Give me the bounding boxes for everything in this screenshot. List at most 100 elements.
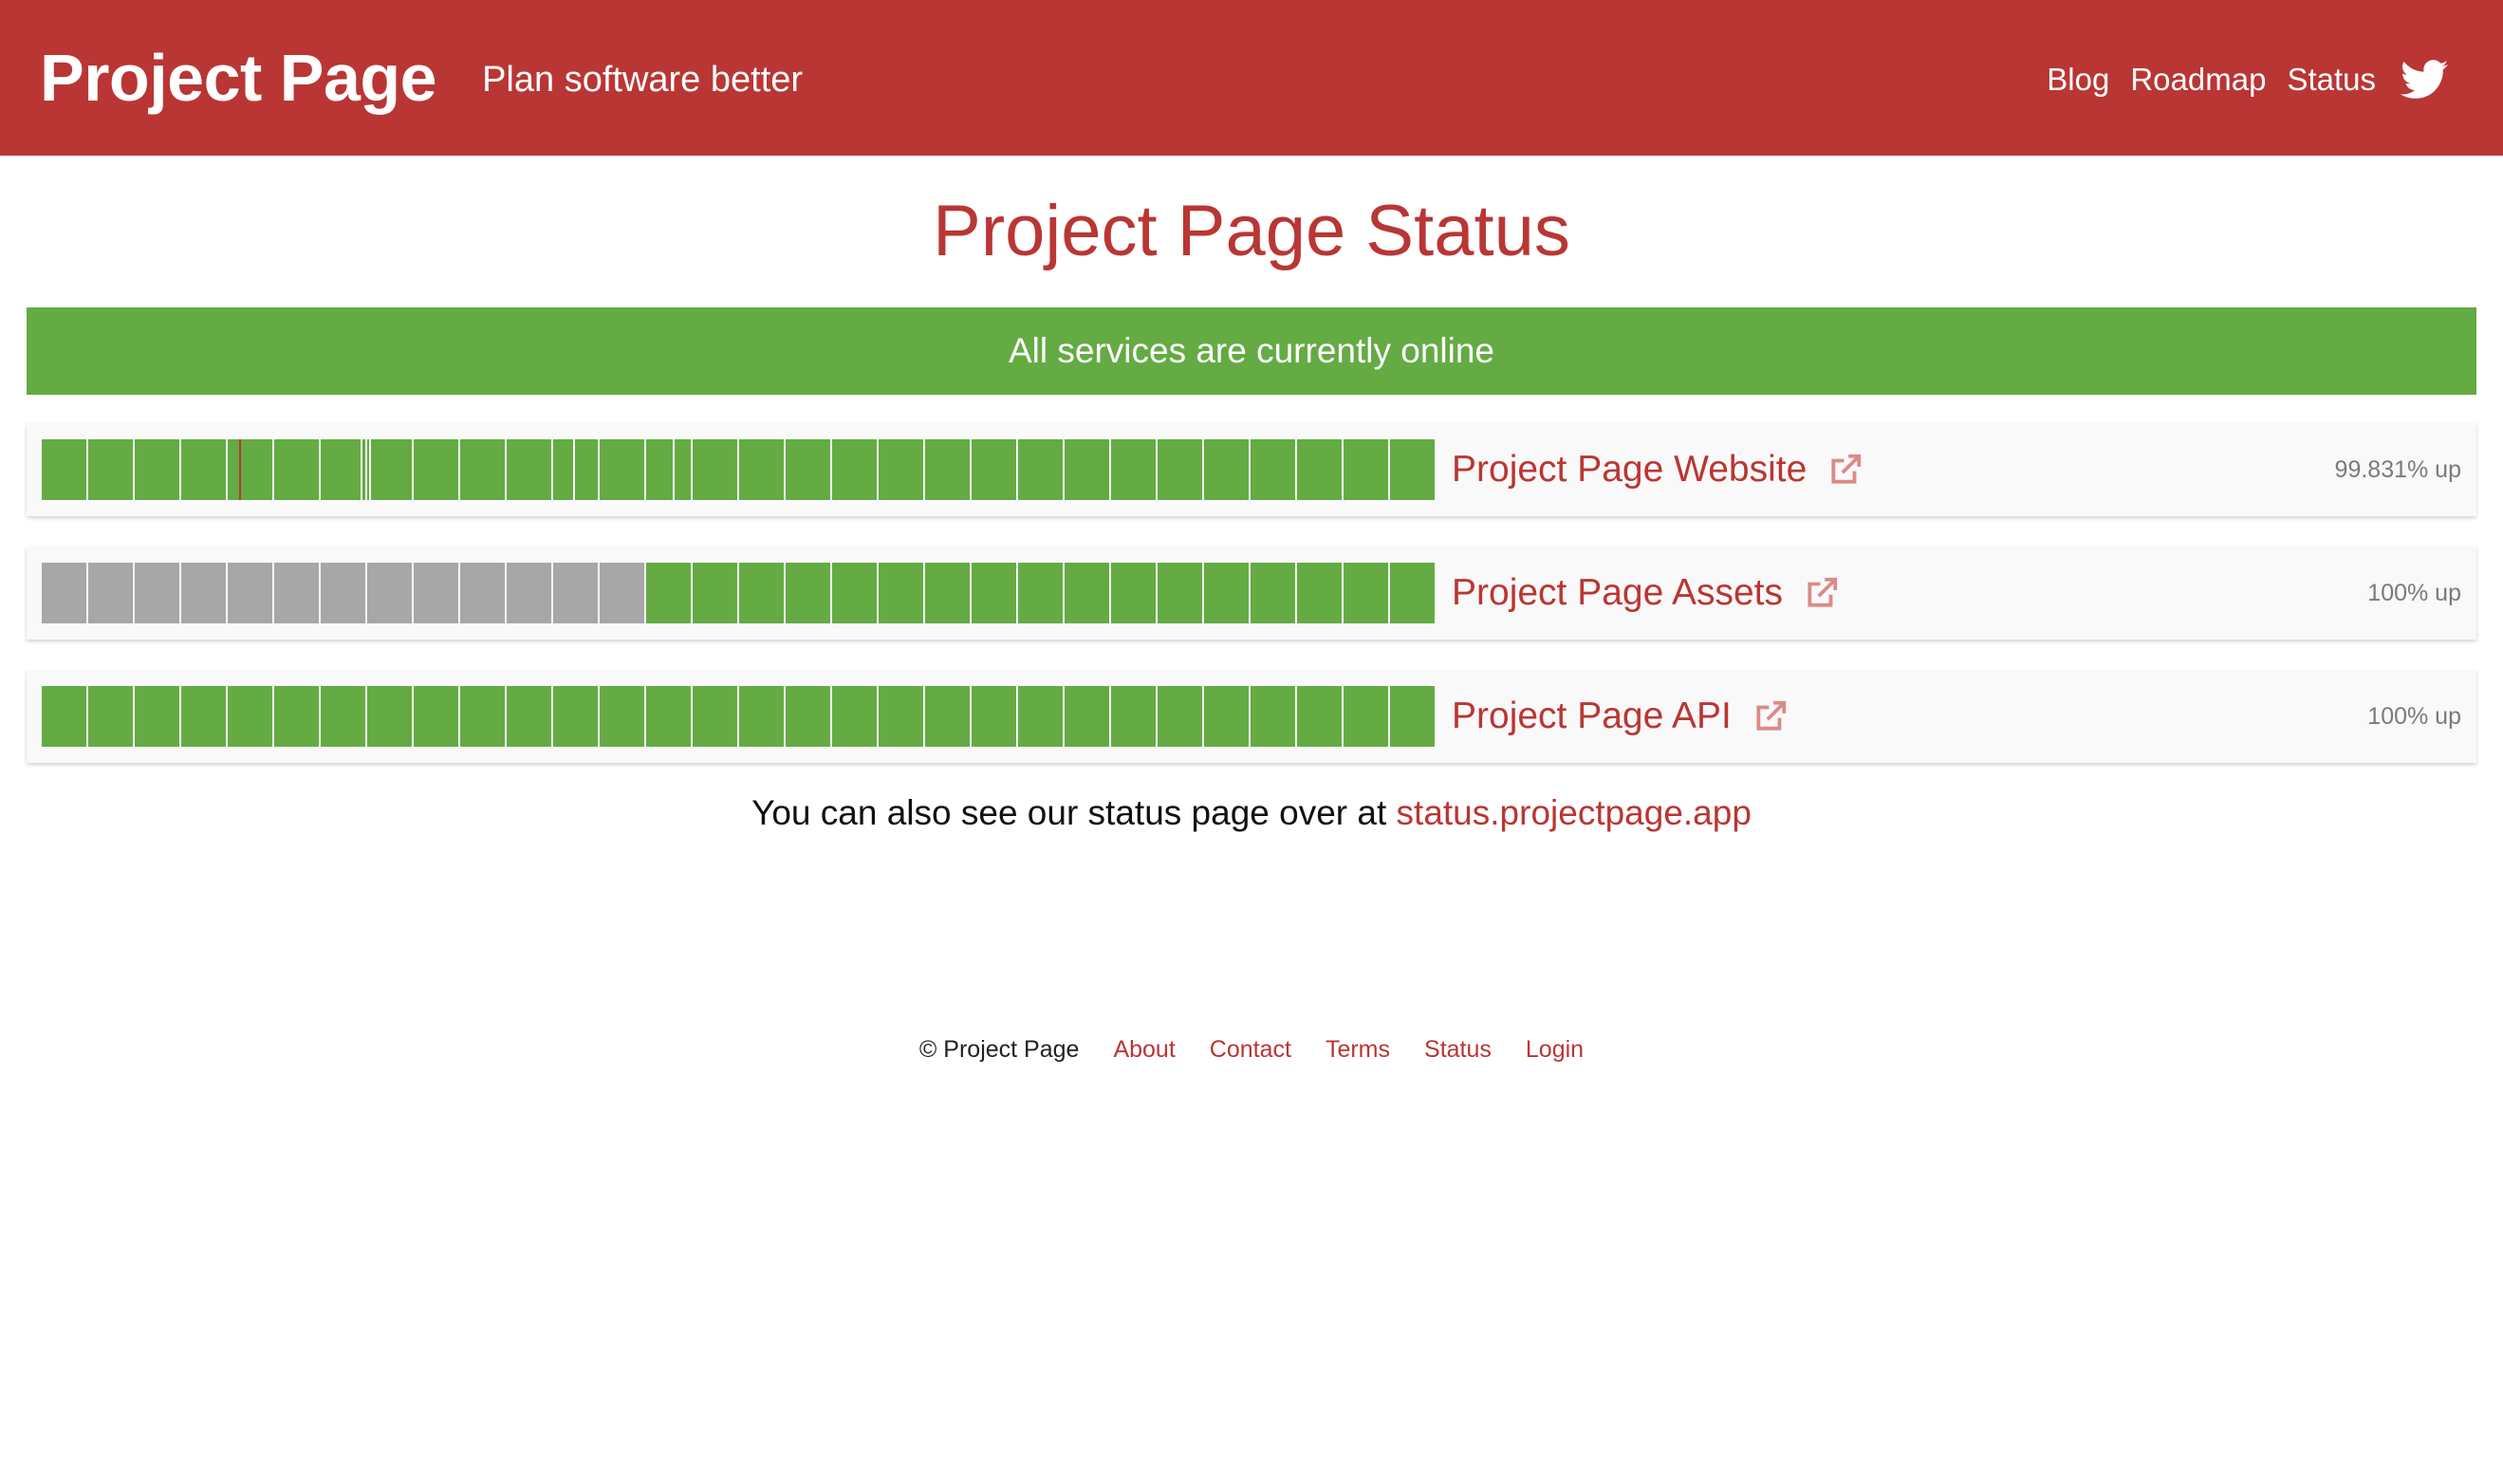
uptime-bar-up[interactable]: [1204, 563, 1249, 623]
footer-contact-link[interactable]: Contact: [1210, 1036, 1291, 1064]
uptime-bar-up[interactable]: [925, 439, 970, 500]
service-name-link[interactable]: Project Page Assets: [1452, 572, 1783, 614]
uptime-bar-up[interactable]: [879, 439, 923, 500]
uptime-bar-up[interactable]: [1390, 686, 1435, 747]
uptime-bar-up[interactable]: [414, 439, 458, 500]
uptime-bar-up[interactable]: [1065, 563, 1109, 623]
service-name-link[interactable]: Project Page Website: [1452, 449, 1807, 491]
uptime-bar-up[interactable]: [786, 439, 830, 500]
uptime-bar-up[interactable]: [832, 439, 877, 500]
twitter-icon[interactable]: [2401, 60, 2448, 100]
uptime-bar-up[interactable]: [693, 686, 737, 747]
uptime-bar-up[interactable]: [972, 439, 1016, 500]
uptime-bar-up[interactable]: [414, 686, 458, 747]
uptime-bar-no-data[interactable]: [460, 563, 505, 623]
uptime-bar-up[interactable]: [1390, 439, 1435, 500]
uptime-bar-up[interactable]: [1158, 686, 1202, 747]
uptime-bar-no-data[interactable]: [553, 563, 598, 623]
uptime-bar-up[interactable]: [42, 686, 86, 747]
uptime-bar-up[interactable]: [600, 439, 644, 500]
uptime-bar-up[interactable]: [925, 686, 970, 747]
uptime-bar-up[interactable]: [879, 686, 923, 747]
uptime-bar-up[interactable]: [786, 686, 830, 747]
uptime-bar-up[interactable]: [135, 439, 179, 500]
uptime-bar-up[interactable]: [367, 686, 412, 747]
uptime-bar-no-data[interactable]: [414, 563, 458, 623]
uptime-bar-up[interactable]: [1065, 686, 1109, 747]
uptime-bar-no-data[interactable]: [181, 563, 226, 623]
uptime-bar-up[interactable]: [972, 563, 1016, 623]
uptime-bar-up[interactable]: [553, 439, 598, 500]
uptime-bar-up[interactable]: [739, 563, 784, 623]
uptime-bar-up[interactable]: [1158, 563, 1202, 623]
uptime-bar-no-data[interactable]: [274, 563, 319, 623]
external-link-icon[interactable]: [1827, 452, 1863, 488]
uptime-bar-up[interactable]: [972, 686, 1016, 747]
uptime-bar-up[interactable]: [1297, 439, 1342, 500]
uptime-bar-up[interactable]: [1204, 439, 1249, 500]
footer-login-link[interactable]: Login: [1526, 1036, 1584, 1064]
uptime-bar-up[interactable]: [460, 686, 505, 747]
uptime-bar-up[interactable]: [1018, 686, 1063, 747]
uptime-bar-no-data[interactable]: [367, 563, 412, 623]
external-link-icon[interactable]: [1752, 698, 1789, 734]
nav-blog-link[interactable]: Blog: [2047, 62, 2109, 98]
uptime-bar-up[interactable]: [646, 439, 691, 500]
uptime-bar-up[interactable]: [181, 686, 226, 747]
uptime-bar-up[interactable]: [1251, 563, 1295, 623]
uptime-bar-up[interactable]: [1390, 563, 1435, 623]
brand-logo-text[interactable]: Project Page: [40, 40, 437, 116]
uptime-bar-up[interactable]: [181, 439, 226, 500]
uptime-bar-up[interactable]: [1344, 563, 1388, 623]
uptime-bar-up[interactable]: [925, 563, 970, 623]
uptime-bar-up[interactable]: [1251, 439, 1295, 500]
uptime-bar-no-data[interactable]: [135, 563, 179, 623]
uptime-bar-up[interactable]: [646, 686, 691, 747]
uptime-bar-up[interactable]: [274, 686, 319, 747]
uptime-bar-up[interactable]: [646, 563, 691, 623]
uptime-bar-up[interactable]: [1111, 686, 1156, 747]
uptime-bar-up[interactable]: [693, 439, 737, 500]
external-link-icon[interactable]: [1804, 575, 1840, 611]
uptime-bar-up[interactable]: [1344, 686, 1388, 747]
uptime-bar-up[interactable]: [42, 439, 86, 500]
uptime-bar-up[interactable]: [693, 563, 737, 623]
uptime-bar-up[interactable]: [786, 563, 830, 623]
uptime-bar-up[interactable]: [321, 439, 365, 500]
uptime-bar-no-data[interactable]: [42, 563, 86, 623]
uptime-bar-up[interactable]: [274, 439, 319, 500]
footer-terms-link[interactable]: Terms: [1326, 1036, 1390, 1064]
uptime-bar-up[interactable]: [1297, 563, 1342, 623]
nav-status-link[interactable]: Status: [2287, 62, 2376, 98]
uptime-bar-up[interactable]: [1251, 686, 1295, 747]
uptime-bar-up[interactable]: [460, 439, 505, 500]
uptime-bar-up[interactable]: [1111, 563, 1156, 623]
uptime-bar-up[interactable]: [507, 686, 551, 747]
uptime-bar-up[interactable]: [879, 563, 923, 623]
service-name-link[interactable]: Project Page API: [1452, 696, 1732, 737]
uptime-bar-up[interactable]: [88, 686, 133, 747]
status-page-link[interactable]: status.projectpage.app: [1397, 793, 1752, 832]
uptime-bar-no-data[interactable]: [88, 563, 133, 623]
uptime-bar-up[interactable]: [1344, 439, 1388, 500]
uptime-bar-up[interactable]: [367, 439, 412, 500]
uptime-bar-up[interactable]: [600, 686, 644, 747]
uptime-bar-up[interactable]: [228, 686, 272, 747]
uptime-bar-no-data[interactable]: [600, 563, 644, 623]
uptime-bar-up[interactable]: [739, 439, 784, 500]
uptime-bar-no-data[interactable]: [321, 563, 365, 623]
uptime-bar-up[interactable]: [1018, 439, 1063, 500]
uptime-bar-up[interactable]: [88, 439, 133, 500]
uptime-bar-up[interactable]: [1018, 563, 1063, 623]
uptime-bar-up[interactable]: [507, 439, 551, 500]
uptime-bar-up[interactable]: [1204, 686, 1249, 747]
uptime-bar-up[interactable]: [321, 686, 365, 747]
uptime-bar-up[interactable]: [739, 686, 784, 747]
uptime-bar-up[interactable]: [553, 686, 598, 747]
uptime-bar-up[interactable]: [1297, 686, 1342, 747]
uptime-bar-no-data[interactable]: [228, 563, 272, 623]
uptime-bar-up[interactable]: [832, 686, 877, 747]
nav-roadmap-link[interactable]: Roadmap: [2130, 62, 2266, 98]
uptime-bar-up[interactable]: [1111, 439, 1156, 500]
uptime-bar-up[interactable]: [135, 686, 179, 747]
